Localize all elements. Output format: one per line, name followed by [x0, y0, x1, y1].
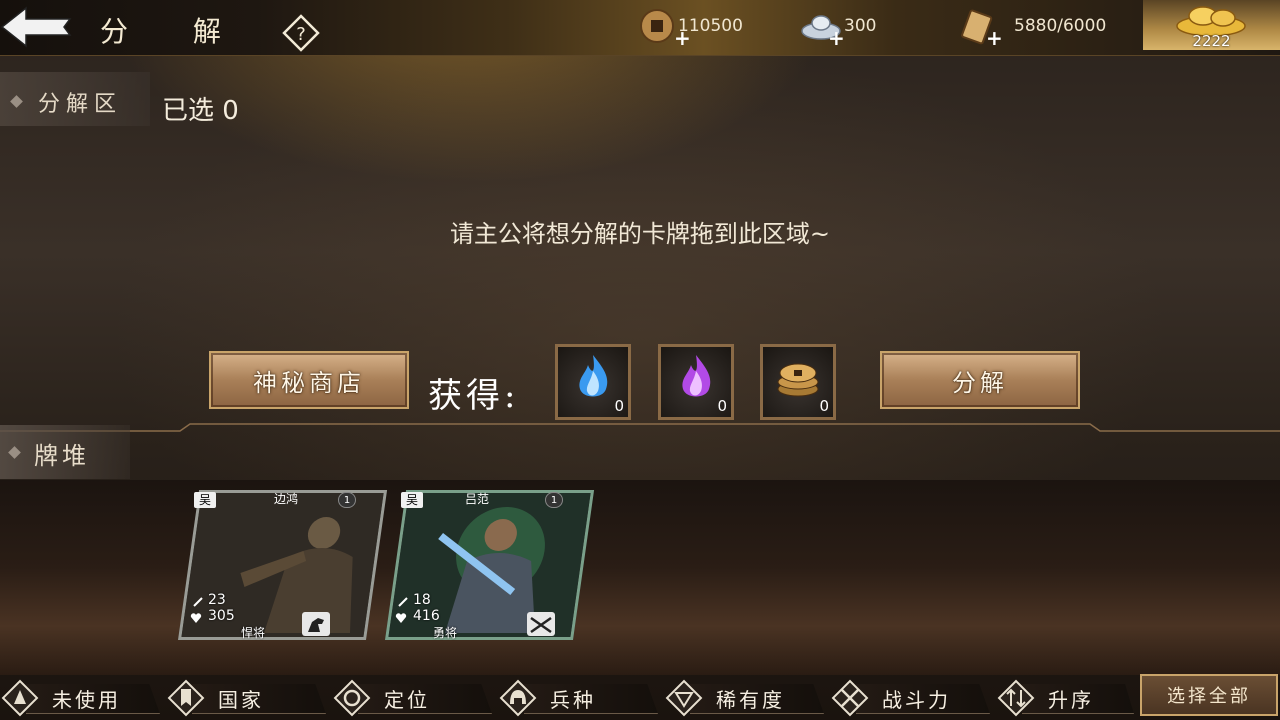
add-token-plus-icon[interactable]: + — [986, 28, 1003, 48]
coins-count: 0 — [819, 397, 829, 415]
reward-slot-blue-flame[interactable]: 0 — [555, 344, 631, 420]
svg-text:?: ? — [296, 24, 306, 45]
decompose-button[interactable]: 分解 — [880, 351, 1080, 409]
cavalry-horse-icon — [302, 612, 330, 636]
selected-count: 已选 0 — [162, 96, 239, 126]
general-card-bianhong[interactable]: 吴 边鸿 1 23 305 悍将 — [178, 490, 388, 640]
purple-flame-count: 0 — [717, 397, 727, 415]
card-name: 边鸿 — [274, 492, 299, 506]
token-resource[interactable]: 5880/6000 — [958, 0, 1106, 52]
filter-position[interactable]: 定位 — [332, 678, 494, 718]
reward-slot-purple-flame[interactable]: 0 — [658, 344, 734, 420]
filter-label: 兵种 — [550, 688, 596, 712]
card-health: 305 — [208, 608, 235, 624]
token-value: 5880/6000 — [1014, 16, 1107, 36]
section-divider — [0, 423, 1280, 432]
unused-icon — [1, 679, 39, 717]
copper-coin-icon — [640, 9, 674, 43]
sword-stat-icon — [193, 597, 203, 607]
card-health: 416 — [413, 608, 440, 624]
drop-hint: 请主公将想分解的卡牌拖到此区域~ — [449, 220, 831, 248]
back-arrow-icon — [0, 6, 72, 48]
decompose-zone-label: 分解区 — [38, 92, 123, 117]
card-faction-badge: 吴 — [401, 492, 423, 508]
question-icon: ? — [282, 14, 320, 52]
blue-flame-count: 0 — [614, 397, 624, 415]
filter-combat-power[interactable]: 战斗力 — [830, 678, 992, 718]
card-attack: 23 — [208, 592, 226, 608]
banner-icon — [167, 679, 205, 717]
filter-label: 稀有度 — [716, 688, 785, 712]
crossed-swords-icon — [831, 679, 869, 717]
gold-value: 2222 — [1192, 32, 1231, 50]
back-button[interactable] — [0, 4, 74, 50]
gain-label: 获得: — [428, 376, 520, 416]
filter-troop-type[interactable]: 兵种 — [498, 678, 660, 718]
top-bar: 分 解 ? 110500 + 300 + 5880/6000 + 2222 — [0, 0, 1280, 56]
gold-resource[interactable]: 2222 — [1143, 0, 1280, 50]
filter-country[interactable]: 国家 — [166, 678, 328, 718]
filter-unused[interactable]: 未使用 — [0, 678, 162, 718]
help-button[interactable]: ? — [280, 12, 322, 54]
card-pile-label: 牌堆 — [34, 442, 90, 470]
select-all-button[interactable]: 选择全部 — [1140, 674, 1278, 716]
sort-ascending[interactable]: 升序 — [996, 678, 1136, 718]
crossbow-icon — [527, 612, 555, 636]
gem-icon — [665, 679, 703, 717]
card-faction-badge: 吴 — [194, 492, 216, 508]
filter-label: 升序 — [1048, 688, 1094, 712]
filter-label: 定位 — [384, 688, 430, 712]
sword-stat-icon — [398, 597, 408, 607]
heart-stat-icon — [395, 613, 407, 623]
card-name: 吕范 — [465, 492, 490, 506]
filter-label: 未使用 — [52, 688, 121, 712]
card-attack: 18 — [413, 592, 431, 608]
mystery-shop-button[interactable]: 神秘商店 — [209, 351, 409, 409]
silver-value: 300 — [844, 16, 877, 36]
filter-label: 国家 — [218, 688, 264, 712]
filter-label: 战斗力 — [882, 688, 951, 712]
filter-rarity[interactable]: 稀有度 — [664, 678, 826, 718]
page-title: 分 解 — [100, 15, 249, 48]
card-level: 1 — [545, 492, 563, 508]
heart-stat-icon — [190, 613, 202, 623]
card-class: 勇将 — [432, 626, 457, 640]
card-level: 1 — [338, 492, 356, 508]
general-card-lvfan[interactable]: 吴 吕范 1 18 416 勇将 — [385, 490, 595, 640]
target-icon — [333, 679, 371, 717]
add-silver-plus-icon[interactable]: + — [828, 28, 845, 48]
add-copper-plus-icon[interactable]: + — [674, 28, 691, 48]
reward-slot-coins[interactable]: 0 — [760, 344, 836, 420]
sort-arrows-icon — [997, 679, 1035, 717]
helmet-icon — [499, 679, 537, 717]
